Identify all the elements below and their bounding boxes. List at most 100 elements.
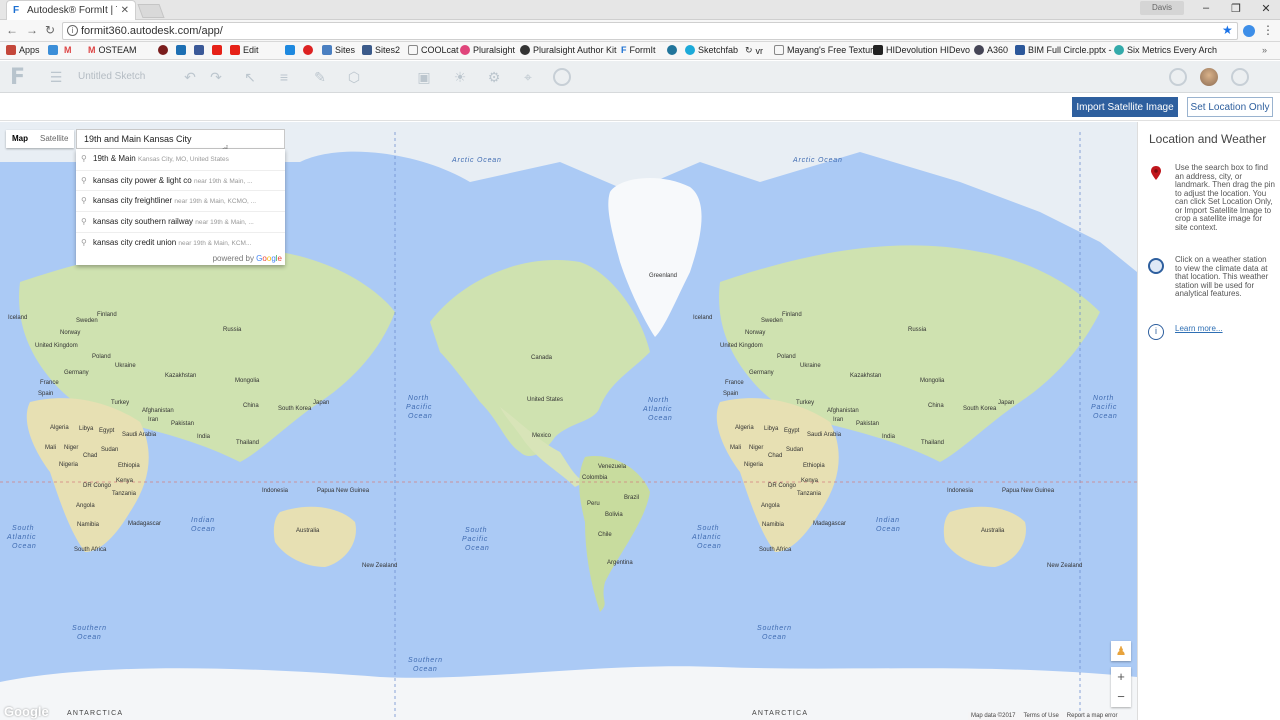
- country-label: Mongolia: [235, 378, 260, 384]
- maximize-icon[interactable]: ❐: [1226, 2, 1246, 15]
- country-label: India: [882, 434, 896, 440]
- new-tab-button[interactable]: [137, 4, 165, 18]
- report-error-link[interactable]: Report a map error: [1067, 712, 1118, 720]
- user-avatar[interactable]: [1200, 68, 1218, 86]
- bookmark-sites2[interactable]: Sites2: [362, 45, 400, 55]
- location-pin-icon[interactable]: ⌖: [520, 69, 536, 85]
- bookmark-windows[interactable]: [48, 45, 58, 55]
- help-info-icon[interactable]: [1231, 68, 1249, 86]
- autocomplete-item[interactable]: ⚲ kansas city southern railway near 19th…: [76, 211, 285, 232]
- draw-pencil-icon[interactable]: ✎: [312, 69, 328, 85]
- bookmark-osteam[interactable]: M OSTEAM: [88, 45, 137, 55]
- world-map[interactable]: Arctic Ocean Arctic Ocean North Pacific …: [0, 122, 1137, 720]
- site-icon: [1114, 45, 1124, 55]
- autocomplete-item[interactable]: ⚲ kansas city power & light co near 19th…: [76, 169, 285, 191]
- country-label: Egypt: [99, 428, 115, 434]
- undo-icon[interactable]: ↶: [182, 69, 198, 85]
- bookmark-pluralsight-author[interactable]: Pluralsight Author Kit: [520, 45, 617, 55]
- menu-list-icon[interactable]: ☰: [48, 69, 64, 85]
- bookmark-linkedin[interactable]: [176, 45, 186, 55]
- map-attribution: Map data ©2017 Terms of Use Report a map…: [968, 712, 1121, 720]
- more-bookmarks-icon[interactable]: »: [1262, 45, 1267, 55]
- bookmark-six-metrics[interactable]: Six Metrics Every Arch: [1114, 45, 1217, 55]
- bookmark-mayang[interactable]: Mayang's Free Textur: [774, 45, 873, 55]
- ocean-label-s-pacific-3: Ocean: [465, 545, 490, 552]
- bookmark-bim[interactable]: BIM Full Circle.pptx -: [1015, 45, 1112, 55]
- country-label: Sweden: [76, 318, 98, 324]
- sun-icon[interactable]: ☀: [452, 69, 468, 85]
- country-label: Nigeria: [744, 462, 764, 468]
- bookmark-formit[interactable]: F FormIt: [621, 45, 656, 55]
- browser-menu-icon[interactable]: ⋮: [1262, 23, 1274, 37]
- location-search-input[interactable]: 19th and Main Kansas City: [76, 129, 285, 149]
- country-label: DR Congo: [83, 483, 112, 489]
- country-label: Germany: [749, 370, 774, 376]
- country-label: China: [243, 403, 259, 409]
- ocean-label-indian-3: Indian: [876, 517, 900, 524]
- country-label: New Zealand: [362, 563, 397, 569]
- learn-more-link[interactable]: Learn more...: [1175, 324, 1223, 333]
- bookmark-gmail[interactable]: M: [64, 45, 72, 55]
- antarctica-label-2: ANTARCTICA: [752, 710, 808, 717]
- map-type-map-button[interactable]: Map: [6, 130, 34, 148]
- bookmark-hidevolution[interactable]: HIDevolution HIDevo: [873, 45, 970, 55]
- level-icon[interactable]: ≡: [276, 69, 292, 85]
- close-window-icon[interactable]: ✕: [1256, 2, 1276, 15]
- back-icon[interactable]: ←: [4, 23, 20, 37]
- extension-icon[interactable]: [1243, 25, 1255, 37]
- bookmark-star-icon[interactable]: ★: [1222, 23, 1233, 37]
- site-info-icon[interactable]: i: [67, 25, 78, 36]
- bookmark-sketchfab[interactable]: Sketchfab: [685, 45, 738, 55]
- collaboration-icon[interactable]: [1169, 68, 1187, 86]
- import-satellite-image-button[interactable]: Import Satellite Image: [1072, 97, 1178, 117]
- country-label: Sweden: [761, 318, 783, 324]
- hidevolution-icon: [873, 45, 883, 55]
- terms-link[interactable]: Terms of Use: [1023, 712, 1058, 720]
- bookmark-sites[interactable]: Sites: [322, 45, 355, 55]
- bookmark-coolcat[interactable]: COOLcat: [408, 45, 459, 55]
- bookmark-icon-1[interactable]: [158, 45, 168, 55]
- ocean-label-indian-1: Indian: [191, 517, 215, 524]
- cube-icon[interactable]: ⬡: [346, 69, 362, 85]
- bookmark-apps[interactable]: Apps: [6, 45, 40, 55]
- country-label: DR Congo: [768, 483, 797, 489]
- antarctica-label-1: ANTARCTICA: [67, 710, 123, 717]
- bookmark-wordpress[interactable]: [667, 45, 677, 55]
- settings-gear-icon[interactable]: ⚙: [486, 69, 502, 85]
- bookmark-a360[interactable]: A360: [974, 45, 1008, 55]
- minimize-icon[interactable]: –: [1196, 2, 1216, 14]
- sketchfab-icon: [685, 45, 695, 55]
- map-type-satellite-button[interactable]: Satellite: [34, 130, 74, 148]
- autocomplete-item[interactable]: ⚲ 19th & Main Kansas City, MO, United St…: [76, 149, 285, 170]
- youtube-icon: [230, 45, 240, 55]
- street-view-pegman-icon[interactable]: ♟: [1111, 641, 1131, 661]
- view-360-icon[interactable]: [553, 68, 571, 86]
- country-label: Thailand: [921, 440, 944, 446]
- address-bar[interactable]: i formit360.autodesk.com/app/: [62, 22, 1238, 40]
- zoom-out-button[interactable]: −: [1111, 687, 1131, 707]
- browser-tab[interactable]: F Autodesk® FormIt | Thir ✕: [6, 0, 136, 20]
- ocean-label-n-pacific-5: Pacific: [1091, 404, 1117, 411]
- country-label: Pakistan: [856, 421, 879, 427]
- image-icon[interactable]: ▣: [416, 69, 432, 85]
- profile-chip[interactable]: Davis: [1140, 1, 1184, 15]
- bookmark-vr[interactable]: ↻ vr: [745, 45, 763, 56]
- bookmark-edit[interactable]: Edit: [230, 45, 259, 55]
- close-tab-icon[interactable]: ✕: [121, 5, 129, 16]
- bookmark-pluralsight[interactable]: Pluralsight: [460, 45, 515, 55]
- forward-icon[interactable]: →: [24, 23, 40, 37]
- autocomplete-item[interactable]: ⚲ kansas city credit union near 19th & M…: [76, 231, 285, 253]
- redo-icon[interactable]: ↷: [208, 69, 224, 85]
- autocomplete-item[interactable]: ⚲ kansas city freightliner near 19th & M…: [76, 190, 285, 211]
- select-arrow-icon[interactable]: ↖: [242, 69, 258, 85]
- bookmark-facebook[interactable]: [194, 45, 204, 55]
- zoom-in-button[interactable]: +: [1111, 667, 1131, 687]
- antarctica-land: [0, 666, 1137, 720]
- country-label: Libya: [764, 426, 779, 432]
- google-logo[interactable]: Google: [4, 704, 49, 719]
- bookmark-pin[interactable]: [303, 45, 313, 55]
- set-location-only-button[interactable]: Set Location Only: [1187, 97, 1273, 117]
- reload-icon[interactable]: ↻: [42, 23, 58, 37]
- bookmark-youtube[interactable]: [212, 45, 222, 55]
- bookmark-dropbox[interactable]: [285, 45, 295, 55]
